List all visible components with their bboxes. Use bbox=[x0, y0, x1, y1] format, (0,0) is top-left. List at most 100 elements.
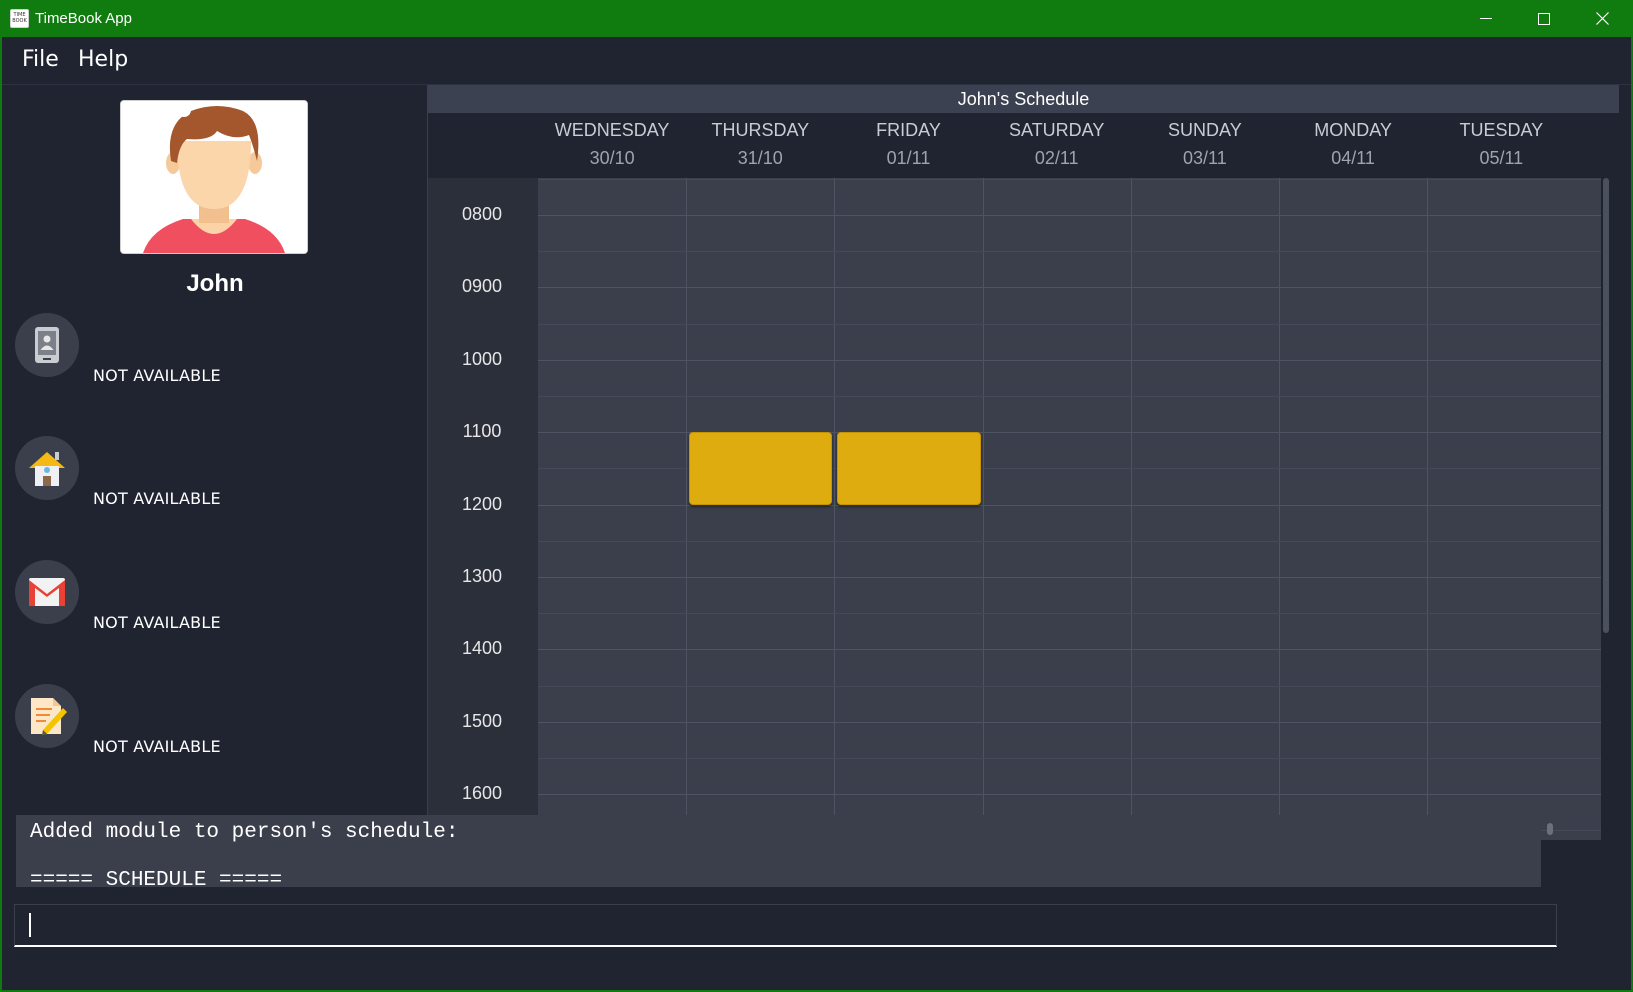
email-icon bbox=[29, 578, 65, 606]
grid-half-hour-line bbox=[538, 396, 1601, 397]
profile-panel: John NOT AVAILABLE NOT AVAILABLE NOT AVA… bbox=[2, 85, 428, 840]
command-input[interactable] bbox=[25, 909, 1539, 941]
result-scrollbar[interactable] bbox=[1547, 823, 1553, 835]
minimize-button[interactable] bbox=[1457, 0, 1515, 37]
address-value: NOT AVAILABLE bbox=[93, 489, 221, 508]
grid-hour-line bbox=[538, 721, 1601, 723]
day-name: SATURDAY bbox=[1009, 120, 1105, 140]
text-caret bbox=[29, 913, 31, 937]
maximize-button[interactable] bbox=[1515, 0, 1573, 37]
email-row: NOT AVAILABLE bbox=[15, 560, 415, 632]
schedule-grid[interactable] bbox=[538, 178, 1601, 840]
day-header: SATURDAY 02/11 bbox=[992, 120, 1122, 169]
grid-hour-line bbox=[538, 504, 1601, 506]
schedule-block[interactable] bbox=[689, 432, 833, 505]
notes-icon-circle bbox=[15, 684, 79, 748]
day-header: THURSDAY 31/10 bbox=[695, 120, 825, 169]
day-name: WEDNESDAY bbox=[554, 120, 670, 140]
result-line: Added module to person's schedule: bbox=[30, 821, 459, 844]
day-name: TUESDAY bbox=[1459, 120, 1544, 140]
day-name: SUNDAY bbox=[1168, 120, 1242, 140]
notes-icon bbox=[31, 698, 67, 735]
grid-hour-line bbox=[538, 215, 1601, 216]
home-icon-circle bbox=[15, 436, 79, 500]
title-bar[interactable]: TIME BOOK TimeBook App bbox=[0, 0, 1633, 37]
schedule-block[interactable] bbox=[837, 432, 981, 505]
day-date: 02/11 bbox=[1034, 148, 1079, 168]
time-label: 1300 bbox=[461, 566, 503, 586]
person-name: John bbox=[186, 270, 244, 297]
day-date: 31/10 bbox=[737, 148, 783, 168]
day-date: 01/11 bbox=[886, 148, 931, 168]
grid-column-line bbox=[1427, 178, 1429, 840]
day-name: THURSDAY bbox=[711, 120, 810, 140]
avatar-icon bbox=[121, 101, 307, 253]
schedule-title: John's Schedule bbox=[957, 89, 1090, 109]
grid-column-line bbox=[1130, 178, 1132, 840]
grid-hour-line bbox=[538, 794, 1601, 796]
notes-value: NOT AVAILABLE bbox=[93, 737, 221, 756]
grid-hour-line bbox=[538, 359, 1601, 361]
close-icon bbox=[1596, 12, 1609, 25]
time-label: 1000 bbox=[461, 348, 503, 369]
grid-half-hour-line bbox=[538, 540, 1601, 542]
time-column: 0800 0900 1000 1100 1200 1300 1400 1500 1600 bbox=[428, 178, 538, 840]
app-window: TIME BOOK TimeBook App File Help John NO… bbox=[0, 0, 1633, 992]
time-label: 0800 bbox=[461, 204, 503, 224]
schedule-scrollbar[interactable] bbox=[1603, 178, 1609, 633]
day-name: FRIDAY bbox=[876, 120, 941, 140]
notes-row: NOT AVAILABLE bbox=[15, 684, 415, 756]
grid-hour-line bbox=[538, 649, 1601, 651]
client-area: File Help John NOT AVAILABLE NOT AVAILAB… bbox=[2, 37, 1631, 990]
result-line: ===== SCHEDULE ===== bbox=[30, 869, 283, 887]
grid-half-hour-line bbox=[538, 178, 1601, 180]
time-label: 0900 bbox=[461, 276, 503, 297]
day-header: SUNDAY 03/11 bbox=[1140, 120, 1270, 169]
grid-column-line bbox=[686, 178, 688, 840]
time-label: 1100 bbox=[462, 421, 502, 442]
day-date: 03/11 bbox=[1183, 148, 1227, 168]
email-value: NOT AVAILABLE bbox=[93, 613, 221, 632]
day-name: MONDAY bbox=[1314, 120, 1392, 140]
grid-hour-line bbox=[538, 287, 1601, 289]
schedule-panel: John's Schedule WEDNESDAY 30/10 THURSDAY 31… bbox=[427, 85, 1619, 840]
day-header: MONDAY 04/11 bbox=[1288, 120, 1418, 169]
home-icon bbox=[29, 452, 65, 486]
command-box[interactable] bbox=[14, 904, 1557, 947]
time-label: 1200 bbox=[461, 493, 503, 514]
menu-bar: File Help bbox=[2, 37, 1631, 83]
window-title: TimeBook App bbox=[35, 10, 132, 27]
day-header: FRIDAY 01/11 bbox=[844, 120, 974, 169]
day-date: 30/10 bbox=[589, 148, 635, 168]
app-icon: TIME BOOK bbox=[10, 9, 29, 28]
grid-half-hour-line bbox=[538, 613, 1601, 615]
day-date: 05/11 bbox=[1479, 148, 1524, 168]
avatar bbox=[120, 100, 308, 254]
phone-icon-circle bbox=[15, 313, 79, 377]
day-header: WEDNESDAY 30/10 bbox=[547, 120, 677, 169]
grid-column-line bbox=[982, 178, 984, 840]
grid-half-hour-line bbox=[538, 323, 1601, 325]
grid-half-hour-line bbox=[538, 758, 1601, 759]
day-date: 04/11 bbox=[1331, 148, 1375, 168]
phone-icon bbox=[35, 327, 59, 363]
menu-help[interactable]: Help bbox=[78, 47, 128, 72]
close-button[interactable] bbox=[1573, 0, 1631, 37]
time-label: 1400 bbox=[461, 638, 503, 659]
phone-row: NOT AVAILABLE bbox=[15, 313, 415, 385]
grid-half-hour-line bbox=[538, 685, 1601, 687]
result-display: Added module to person's schedule: =====… bbox=[16, 815, 1541, 887]
time-label: 1500 bbox=[461, 710, 503, 731]
app-icon-text: TIME BOOK bbox=[12, 12, 27, 24]
menu-file[interactable]: File bbox=[22, 47, 59, 72]
grid-column-line bbox=[834, 178, 836, 840]
day-header: TUESDAY 05/11 bbox=[1436, 120, 1566, 169]
grid-column-line bbox=[1279, 178, 1280, 840]
email-icon-circle bbox=[15, 560, 79, 624]
phone-value: NOT AVAILABLE bbox=[93, 366, 221, 385]
time-label: 1600 bbox=[461, 783, 503, 804]
grid-half-hour-line bbox=[538, 251, 1601, 253]
schedule-title-bar: John's Schedule bbox=[428, 85, 1619, 113]
grid-hour-line bbox=[538, 577, 1601, 578]
address-row: NOT AVAILABLE bbox=[15, 436, 415, 508]
